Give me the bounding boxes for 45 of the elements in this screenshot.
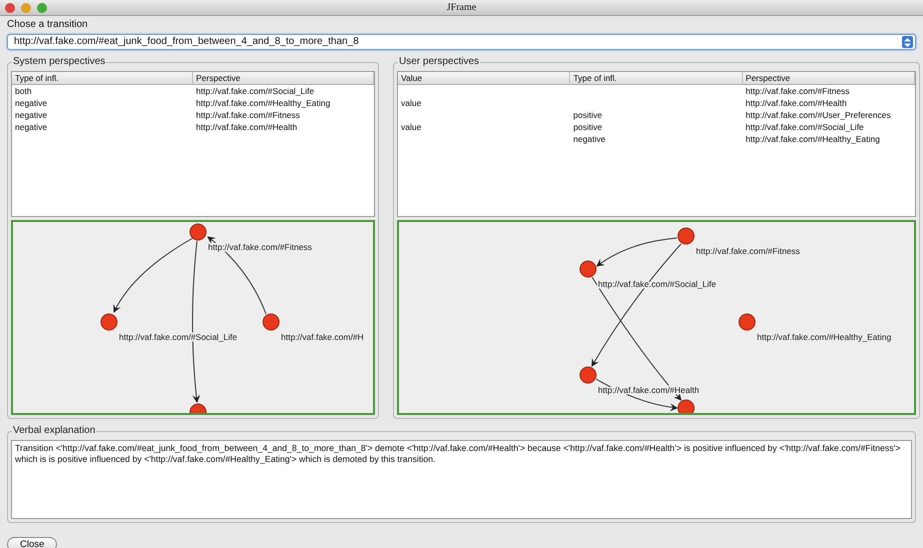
table-cell-text: http://vaf.fake.com/#User_Preferences <box>744 109 892 121</box>
close-button[interactable]: Close <box>7 537 58 548</box>
table-cell-text: http://vaf.fake.com/#Social_Life <box>195 85 316 97</box>
table-cell-text: http://vaf.fake.com/#Healthy_Eating <box>195 97 332 109</box>
graph-node[interactable] <box>580 366 596 384</box>
table-cell-text: negative <box>14 97 48 109</box>
graph-node[interactable] <box>678 228 694 244</box>
table-cell-text: http://vaf.fake.com/#Healthy_Eating <box>744 133 881 145</box>
graph-node[interactable] <box>190 224 206 240</box>
table-cell-text: value <box>400 97 422 109</box>
close-window-icon[interactable] <box>5 3 15 13</box>
table-cell-text: positive <box>572 109 604 121</box>
window-title: JFrame <box>446 1 476 15</box>
column-header[interactable]: Type of infl. <box>570 72 743 84</box>
table-cell-text: negative <box>14 109 48 121</box>
table-cell-text: value <box>400 121 422 133</box>
node-label: http://vaf.fake.com/#Fitness <box>696 246 800 256</box>
graph-node[interactable] <box>580 260 596 278</box>
table-cell-text: http://vaf.fake.com/#Health <box>195 121 298 133</box>
explanation-text: Transition <'http://vaf.fake.com/#eat_junk_food_from_between_4_and_8_to_more_than_8'> demote <'http://vaf.fake.com/#Health'> because <'http://vaf.fake.com/#Health'> is positive influenced by <'http://vaf.fake.com/#Fitness'> which is is positive influenced by <'http://vaf.fake.com/#Healthy_Eating'> which is demoted by this transition. <box>15 443 902 465</box>
dropdown-arrows-icon <box>902 36 913 48</box>
group-title: Verbal explanation <box>12 425 96 437</box>
transition-label: Chose a transition <box>7 18 89 32</box>
graph-node[interactable] <box>100 314 118 330</box>
graph-node[interactable] <box>678 400 694 413</box>
table-cell-text: http://vaf.fake.com/#Fitness <box>744 85 851 97</box>
graph-node[interactable] <box>738 314 756 330</box>
table-cell-text: negative <box>14 121 48 133</box>
node-label: http://vaf.fake.com/#Healthy_Eating <box>757 332 892 342</box>
table-cell-text: positive <box>572 121 604 133</box>
column-header[interactable]: Perspective <box>742 72 915 84</box>
column-header[interactable]: Perspective <box>193 72 374 84</box>
group-title: User perspectives <box>398 56 480 68</box>
column-header[interactable]: Value <box>398 72 570 84</box>
table-cell-text: http://vaf.fake.com/#Health <box>744 97 848 109</box>
table-cell-text: negative <box>572 133 606 145</box>
graph-node[interactable] <box>190 404 206 413</box>
group-title: System perspectives <box>12 56 106 68</box>
column-header[interactable]: Type of infl. <box>12 72 193 84</box>
node-label: http://vaf.fake.com/#H <box>281 332 364 342</box>
table-cell-text: http://vaf.fake.com/#Social_Life <box>744 121 865 133</box>
transition-dropdown[interactable]: http://vaf.fake.com/#eat_junk_food_from_between_4_and_8_to_more_than_8 <box>7 34 916 50</box>
table-cell-text: both <box>14 85 33 97</box>
table-cell-text: http://vaf.fake.com/#Fitness <box>195 109 301 121</box>
graph-node[interactable] <box>262 314 280 330</box>
